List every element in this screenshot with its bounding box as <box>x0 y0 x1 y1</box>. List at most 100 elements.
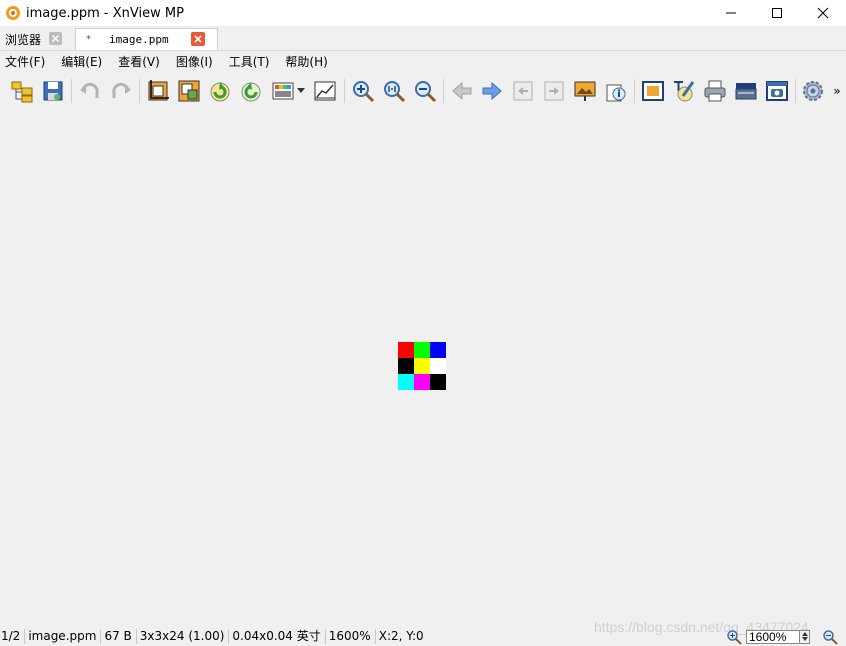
crop-icon <box>148 80 169 101</box>
toolbar-separator <box>795 79 796 103</box>
adjust-colors-icon <box>272 82 294 100</box>
tab-bar: 浏览器 * image.ppm <box>0 26 846 51</box>
chevron-down-icon <box>801 637 808 641</box>
minimize-button[interactable] <box>708 0 754 26</box>
zoom-input[interactable] <box>746 629 800 644</box>
image-pixel <box>398 374 414 390</box>
zoom-actual-icon <box>384 81 406 103</box>
zoom-out-icon <box>415 81 437 103</box>
last-button[interactable] <box>541 78 567 104</box>
resize-icon <box>178 80 200 102</box>
next-button[interactable] <box>479 78 505 104</box>
toolbar: » <box>0 73 846 107</box>
crop-button[interactable] <box>145 78 171 104</box>
image-pixel <box>414 374 430 390</box>
capture-icon <box>766 81 788 101</box>
tab-image-close-button[interactable] <box>191 32 205 46</box>
xnview-logo-icon <box>6 6 20 20</box>
status-filename: image.ppm <box>25 629 102 644</box>
menu-bar: 文件(F) 编辑(E) 查看(V) 图像(I) 工具(T) 帮助(H) <box>0 51 846 72</box>
adjust-colors-button[interactable] <box>269 78 307 104</box>
capture-button[interactable] <box>764 78 790 104</box>
arrow-right-icon <box>482 81 502 101</box>
menu-help[interactable]: 帮助(H) <box>280 53 332 70</box>
status-index: 1/2 <box>0 629 26 644</box>
image-pixel <box>430 374 446 390</box>
zoom-in-button[interactable] <box>350 78 376 104</box>
slideshow-button[interactable] <box>572 78 598 104</box>
status-print-size: 0.04x0.04 英寸 <box>229 629 326 644</box>
close-icon <box>817 7 829 19</box>
zoom-control <box>726 628 838 645</box>
rotate-right-icon <box>241 82 261 102</box>
print-button[interactable] <box>702 78 728 104</box>
status-filesize: 67 B <box>101 629 137 644</box>
levels-icon <box>314 81 336 101</box>
previous-button[interactable] <box>449 78 475 104</box>
maximize-icon <box>772 8 782 18</box>
toolbar-separator <box>139 79 140 103</box>
toolbar-separator <box>344 79 345 103</box>
status-dimensions: 3x3x24 (1.00) <box>137 629 230 644</box>
image-pixel <box>398 342 414 358</box>
first-button[interactable] <box>510 78 536 104</box>
zoom-actual-button[interactable] <box>381 78 407 104</box>
close-window-button[interactable] <box>800 0 846 26</box>
settings-button[interactable] <box>800 78 826 104</box>
browser-icon <box>11 81 33 103</box>
save-button[interactable] <box>40 78 66 104</box>
rotate-right-button[interactable] <box>238 78 264 104</box>
zoom-out-button[interactable] <box>412 78 438 104</box>
redo-icon <box>112 82 131 98</box>
rotate-left-icon <box>210 82 230 102</box>
undo-button[interactable] <box>77 78 103 104</box>
title-bar: image.ppm - XnView MP <box>0 0 846 26</box>
menu-image[interactable]: 图像(I) <box>171 53 218 70</box>
info-button[interactable] <box>603 78 629 104</box>
resize-button[interactable] <box>176 78 202 104</box>
image-pixel <box>430 342 446 358</box>
fullscreen-icon <box>642 81 664 101</box>
menu-tools[interactable]: 工具(T) <box>224 53 275 70</box>
zoom-in-icon[interactable] <box>726 629 742 645</box>
chevron-right-icon: » <box>833 84 841 98</box>
image-pixel <box>414 342 430 358</box>
window-title: image.ppm - XnView MP <box>26 5 184 21</box>
image-canvas[interactable] <box>398 342 446 390</box>
zoom-stepper[interactable] <box>800 629 810 644</box>
maximize-button[interactable] <box>754 0 800 26</box>
rotate-left-button[interactable] <box>207 78 233 104</box>
menu-edit[interactable]: 编辑(E) <box>56 53 107 70</box>
print-icon <box>704 80 726 102</box>
info-icon <box>606 84 626 102</box>
menu-file[interactable]: 文件(F) <box>0 53 50 70</box>
slideshow-icon <box>574 81 596 101</box>
zoom-in-icon <box>353 81 375 103</box>
browser-button[interactable] <box>9 78 35 104</box>
tab-modified-mark: * <box>86 34 91 45</box>
image-pixel <box>414 358 430 374</box>
redo-button[interactable] <box>108 78 134 104</box>
chevron-down-icon <box>297 88 305 93</box>
scan-button[interactable] <box>733 78 759 104</box>
status-coordinates: X:2, Y:0 <box>378 629 424 643</box>
edit-button[interactable] <box>671 78 697 104</box>
arrow-left-icon <box>452 81 472 101</box>
menu-view[interactable]: 查看(V) <box>113 53 165 70</box>
tab-browser-close-button[interactable] <box>49 32 62 45</box>
toolbar-overflow-button[interactable]: » <box>830 78 844 104</box>
zoom-out-icon[interactable] <box>822 629 838 645</box>
levels-button[interactable] <box>312 78 338 104</box>
save-icon <box>43 81 63 101</box>
first-page-icon <box>513 81 533 101</box>
tab-browser-label: 浏览器 <box>5 32 42 47</box>
image-pixel <box>430 358 446 374</box>
scan-icon <box>735 83 757 100</box>
tab-image[interactable]: * image.ppm <box>75 28 218 50</box>
chevron-up-icon <box>801 632 808 636</box>
fullscreen-button[interactable] <box>640 78 666 104</box>
status-zoom: 1600% <box>326 629 376 644</box>
toolbar-separator <box>71 79 72 103</box>
tab-browser[interactable]: 浏览器 <box>0 28 74 50</box>
gear-icon <box>803 81 823 101</box>
